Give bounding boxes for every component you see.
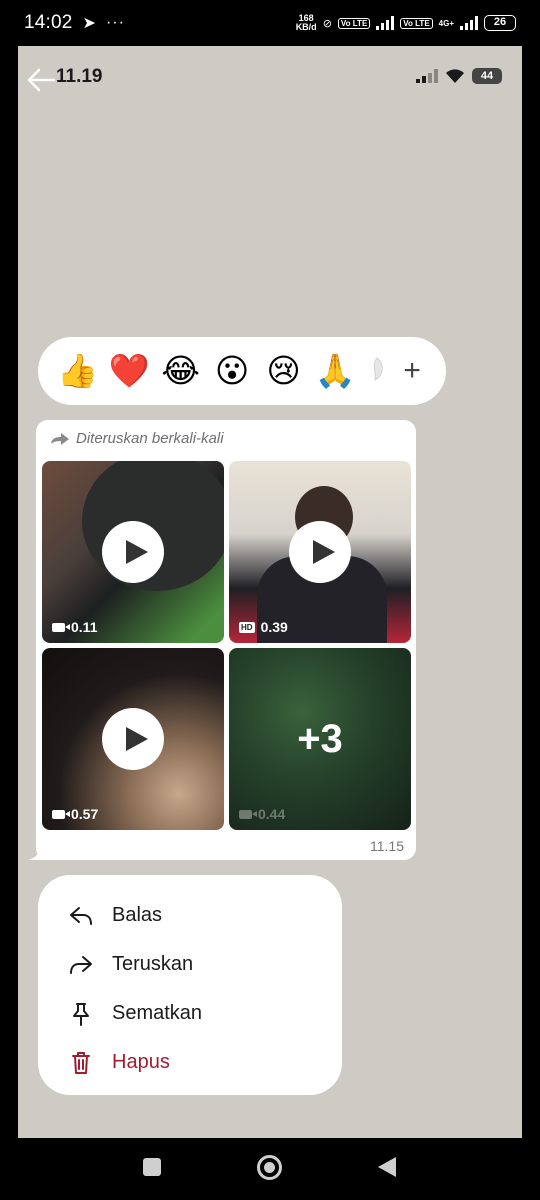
shared-screenshot: 11.19 44 👍 ❤️ 😂 😮 😢 🙏 + Diteruskan berka… [18,46,522,1138]
video-camera-icon [52,809,70,819]
back-button[interactable] [378,1157,396,1177]
pin-icon [68,1001,94,1027]
video-thumbnail[interactable]: 0.11 [42,461,224,643]
trash-icon [68,1050,94,1076]
reply-icon [68,903,94,929]
duration-text: 0.44 [258,806,286,822]
more-notifications-icon: ··· [105,14,125,31]
network-speed-unit: KB/d [295,22,317,32]
video-thumbnail[interactable]: 0.57 [42,648,224,830]
back-arrow-icon[interactable] [26,66,56,94]
home-button[interactable] [257,1155,282,1180]
hd-badge: HD [239,621,255,633]
forwarded-header: Diteruskan berkali-kali [50,430,224,447]
network-speed: 168 KB/d [296,14,317,32]
reaction-surprised[interactable]: 😮 [206,337,257,405]
signal-bars-icon-2 [460,16,478,30]
telegram-icon: ➤ [82,15,96,32]
forwarded-icon [51,432,69,445]
volte-badge-2: Vo LTE [400,17,433,29]
reaction-thumbs-up[interactable]: 👍 [52,337,103,405]
video-thumbnail[interactable]: HD 0.39 [229,461,411,643]
reaction-crying[interactable]: 😢 [258,337,309,405]
inner-indicators: 44 [416,68,502,84]
system-indicators: 168 KB/d ⊘ Vo LTE Vo LTE 4G+ 26 [296,14,516,32]
video-duration: 0.44 [239,806,285,822]
play-icon[interactable] [289,521,351,583]
menu-item-forward[interactable]: Teruskan [38,940,342,989]
battery-icon: 26 [484,15,516,31]
play-icon[interactable] [102,708,164,770]
more-media-tile[interactable]: +3 0.44 [229,648,411,830]
system-navigation-bar [0,1138,540,1200]
volte-badge-1: Vo LTE [337,17,371,29]
hotspot-icon: ⊘ [322,17,332,30]
context-menu: Balas Teruskan Sematkan Hapus [38,875,342,1095]
duration-text: 0.57 [71,806,99,822]
system-time: 14:02 [24,12,73,33]
menu-label-forward: Teruskan [112,953,194,975]
menu-item-reply[interactable]: Balas [38,891,342,940]
video-camera-icon [239,809,257,819]
reaction-heart[interactable]: ❤️ [103,337,154,405]
forwarded-label: Diteruskan berkali-kali [76,430,224,447]
message-bubble[interactable]: Diteruskan berkali-kali 0.11 HD 0.39 0.5… [36,420,416,860]
video-duration: 0.57 [52,806,98,822]
network-type: 4G+ [438,18,454,28]
duration-text: 0.39 [260,619,288,635]
inner-signal-icon [416,69,438,83]
more-media-count: +3 [297,717,343,761]
video-duration: 0.11 [52,619,97,635]
menu-item-pin[interactable]: Sematkan [38,989,342,1038]
system-status-bar: 14:02 ➤ ··· 168 KB/d ⊘ Vo LTE Vo LTE 4G+… [0,0,540,46]
reaction-folded-hands[interactable]: 🙏 [309,337,360,405]
add-reaction-button[interactable]: + [392,337,432,405]
inner-time: 11.19 [56,66,103,87]
signal-bars-icon-1 [376,16,395,30]
play-icon[interactable] [102,521,164,583]
recents-button[interactable] [143,1158,161,1176]
duration-text: 0.11 [71,619,98,635]
inner-battery-icon: 44 [472,68,502,84]
reaction-bar: 👍 ❤️ 😂 😮 😢 🙏 + [38,337,446,405]
video-duration: HD 0.39 [239,619,288,635]
menu-label-delete: Hapus [112,1051,170,1073]
message-timestamp: 11.15 [370,838,404,854]
forward-icon [68,952,94,978]
wifi-icon [446,69,464,83]
menu-label-pin: Sematkan [112,1002,203,1024]
media-grid: 0.11 HD 0.39 0.57 +3 0.44 [42,461,411,830]
menu-label-reply: Balas [112,904,163,926]
reaction-partial-icon [361,337,393,405]
menu-item-delete[interactable]: Hapus [38,1038,342,1087]
reaction-tears-of-joy[interactable]: 😂 [155,337,206,405]
video-camera-icon [52,622,70,632]
